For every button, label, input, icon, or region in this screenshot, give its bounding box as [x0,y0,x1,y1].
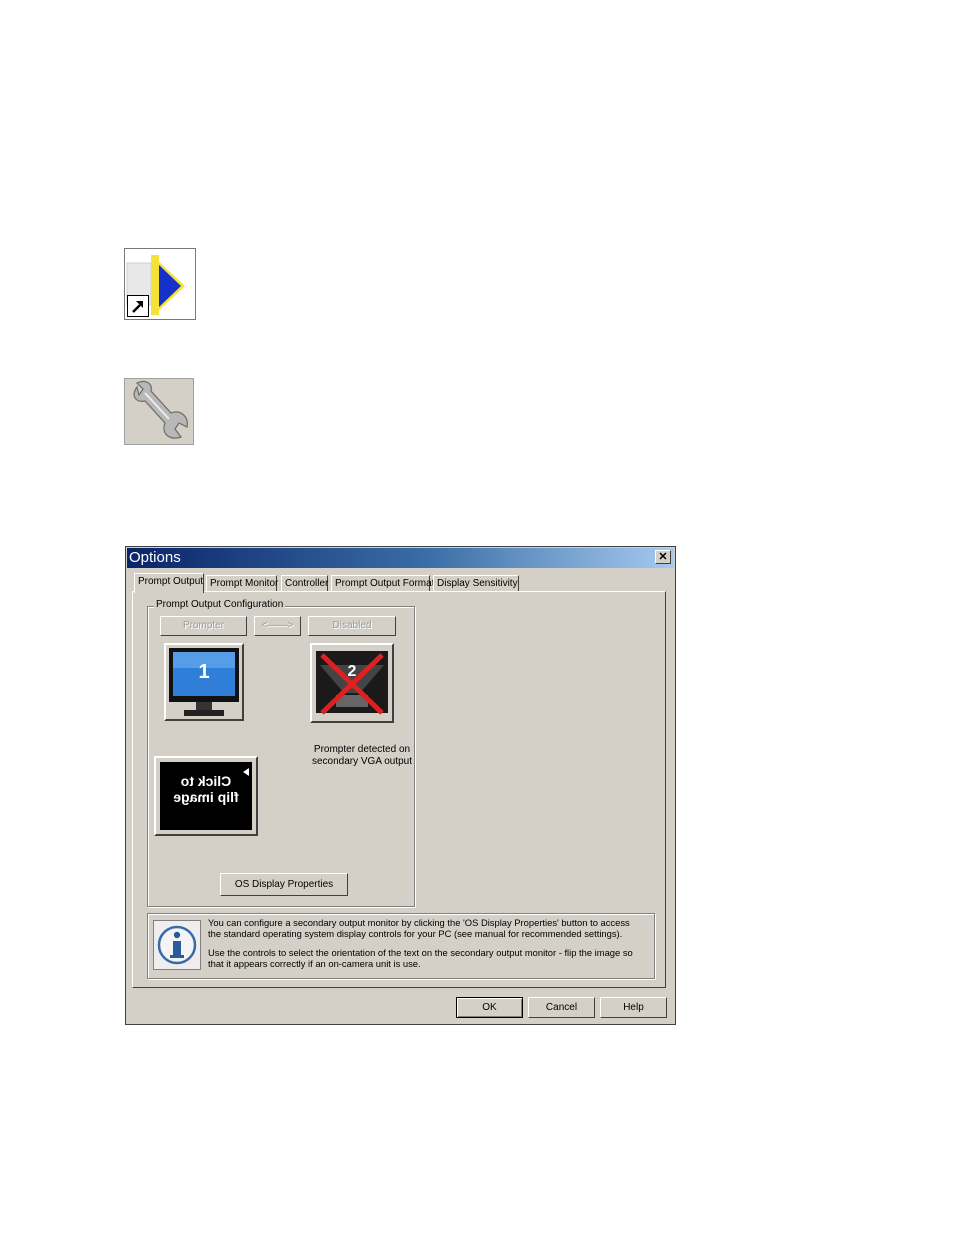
options-dialog: Options ✕ Prompt Output Prompt Monitor C… [125,546,676,1025]
shortcut-play-icon[interactable] [124,248,196,320]
dialog-title: Options [129,549,181,566]
tab-display-sensitivity[interactable]: Display Sensitivity [433,575,519,592]
tab-panel-prompt-output: Prompt Output Configuration Prompter <——… [132,591,666,988]
monitor-number: 1 [198,661,210,683]
prompter-button[interactable]: Prompter [160,616,247,636]
prompt-output-configuration-group: Prompt Output Configuration Prompter <——… [147,599,415,907]
disabled-button[interactable]: Disabled [308,616,396,636]
close-button[interactable]: ✕ [655,550,671,564]
prompter-detected-caption: Prompter detected on secondary VGA outpu… [311,744,413,767]
group-legend: Prompt Output Configuration [154,599,286,610]
help-button[interactable]: Help [600,997,667,1018]
info-paragraph-1: You can configure a secondary output mon… [208,917,630,939]
shortcut-arrow-icon [127,295,149,317]
flip-image-button[interactable]: Click to flip image [154,756,258,836]
tab-prompt-output-format[interactable]: Prompt Output Format [331,575,434,592]
os-display-properties-button[interactable]: OS Display Properties [220,873,348,896]
tab-prompt-output[interactable]: Prompt Output [134,573,204,593]
primary-monitor-button[interactable]: 1 [164,643,244,721]
wrench-icon[interactable] [124,378,194,445]
swap-outputs-button[interactable]: <——> [254,616,301,636]
info-panel: You can configure a secondary output mon… [147,913,655,979]
title-bar[interactable]: Options ✕ [127,548,674,568]
prompter-number: 2 [347,663,357,680]
flip-image-text: Click to flip image [173,773,239,805]
tab-controller[interactable]: Controller [281,575,328,592]
flip-image-preview: Click to flip image [160,762,252,830]
prompter-monitor-button[interactable]: 2 [310,643,394,723]
tab-prompt-monitor[interactable]: Prompt Monitor [206,575,278,592]
info-paragraph-2: Use the controls to select the orientati… [208,947,633,969]
cancel-button[interactable]: Cancel [528,997,595,1018]
prompter-disabled-icon [316,651,388,715]
flip-indicator-icon [243,768,249,776]
ok-button[interactable]: OK [456,997,523,1018]
info-icon [153,920,201,970]
